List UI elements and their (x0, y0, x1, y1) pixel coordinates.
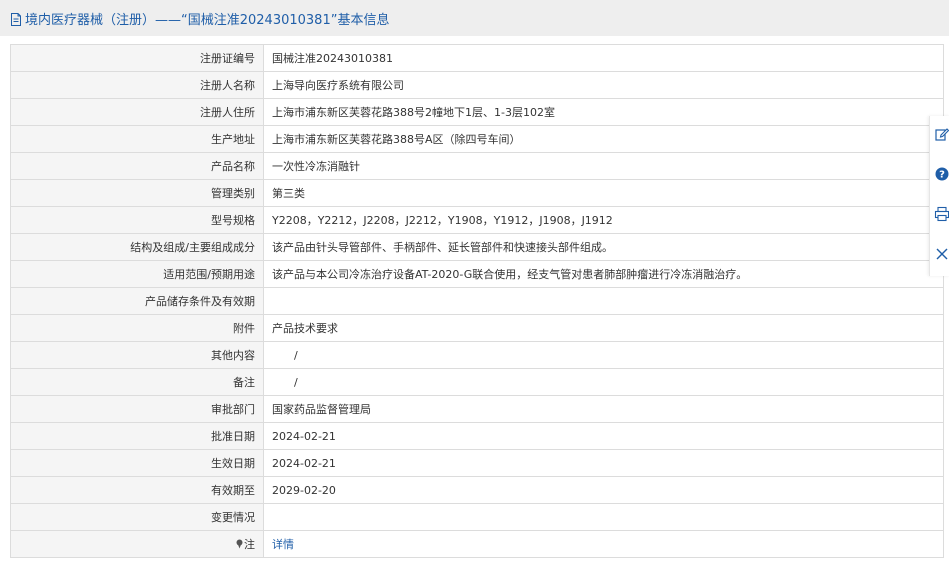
row-value (263, 287, 944, 315)
row-value: 上海导向医疗系统有限公司 (263, 71, 944, 99)
row-value: 一次性冷冻消融针 (263, 152, 944, 180)
table-row: 管理类别 第三类 (10, 179, 944, 207)
row-value: 2024-02-21 (263, 422, 944, 450)
row-label: 产品名称 (10, 152, 264, 180)
row-value: 产品技术要求 (263, 314, 944, 342)
svg-text:?: ? (939, 170, 945, 181)
row-value: 国械注准20243010381 (263, 44, 944, 72)
row-label: 审批部门 (10, 395, 264, 423)
table-row: 其他内容 / (10, 341, 944, 369)
row-label: 变更情况 (10, 503, 264, 531)
row-value: 上海市浦东新区芙蓉花路388号A区（除四号车间） (263, 125, 944, 153)
row-label: 产品储存条件及有效期 (10, 287, 264, 315)
pin-icon (236, 539, 243, 549)
row-value: 该产品与本公司冷冻治疗设备AT-2020-G联合使用，经支气管对患者肺部肿瘤进行… (263, 260, 944, 288)
table-row: 型号规格 Y2208，Y2212，J2208，J2212，Y1908，Y1912… (10, 206, 944, 234)
row-label: 注册人名称 (10, 71, 264, 99)
row-value: Y2208，Y2212，J2208，J2212，Y1908，Y1912，J190… (263, 206, 944, 234)
table-row: 结构及组成/主要组成成分 该产品由针头导管部件、手柄部件、延长管部件和快速接头部… (10, 233, 944, 261)
row-label: 生效日期 (10, 449, 264, 477)
table-row: 生效日期 2024-02-21 (10, 449, 944, 477)
row-value: 该产品由针头导管部件、手柄部件、延长管部件和快速接头部件组成。 (263, 233, 944, 261)
table-row: 审批部门 国家药品监督管理局 (10, 395, 944, 423)
row-label: 注册证编号 (10, 44, 264, 72)
info-table: 注册证编号 国械注准20243010381 注册人名称 上海导向医疗系统有限公司… (10, 44, 944, 558)
row-label: 其他内容 (10, 341, 264, 369)
help-icon[interactable]: ? (934, 166, 949, 182)
row-label: 批准日期 (10, 422, 264, 450)
row-value (263, 503, 944, 531)
table-row: 批准日期 2024-02-21 (10, 422, 944, 450)
row-value: / (263, 341, 944, 369)
detail-link[interactable]: 详情 (272, 538, 294, 551)
side-toolbar: ? (929, 116, 949, 276)
table-row: 注册证编号 国械注准20243010381 (10, 44, 944, 72)
note-row: 注 详情 (10, 530, 944, 558)
table-row: 备注 / (10, 368, 944, 396)
table-row: 注册人名称 上海导向医疗系统有限公司 (10, 71, 944, 99)
row-value: / (263, 368, 944, 396)
page-header: 境内医疗器械（注册）——“国械注准20243010381”基本信息 (0, 0, 949, 36)
row-label: 有效期至 (10, 476, 264, 504)
note-value-cell: 详情 (263, 530, 944, 558)
row-label: 附件 (10, 314, 264, 342)
print-icon[interactable] (934, 206, 949, 222)
table-row: 产品名称 一次性冷冻消融针 (10, 152, 944, 180)
table-row: 注册人住所 上海市浦东新区芙蓉花路388号2幢地下1层、1-3层102室 (10, 98, 944, 126)
table-row: 适用范围/预期用途 该产品与本公司冷冻治疗设备AT-2020-G联合使用，经支气… (10, 260, 944, 288)
table-row: 变更情况 (10, 503, 944, 531)
close-icon[interactable] (934, 246, 949, 262)
row-value: 2024-02-21 (263, 449, 944, 477)
table-row: 生产地址 上海市浦东新区芙蓉花路388号A区（除四号车间） (10, 125, 944, 153)
row-label: 备注 (10, 368, 264, 396)
row-label: 适用范围/预期用途 (10, 260, 264, 288)
row-label: 管理类别 (10, 179, 264, 207)
row-value: 2029-02-20 (263, 476, 944, 504)
note-label: 注 (244, 538, 255, 551)
table-row: 附件 产品技术要求 (10, 314, 944, 342)
row-value: 国家药品监督管理局 (263, 395, 944, 423)
note-label-cell: 注 (10, 530, 264, 558)
row-value: 第三类 (263, 179, 944, 207)
page-title: 境内医疗器械（注册）——“国械注准20243010381”基本信息 (25, 12, 390, 28)
row-label: 结构及组成/主要组成成分 (10, 233, 264, 261)
document-icon (11, 12, 21, 26)
row-label: 注册人住所 (10, 98, 264, 126)
table-row: 产品储存条件及有效期 (10, 287, 944, 315)
row-label: 型号规格 (10, 206, 264, 234)
row-value: 上海市浦东新区芙蓉花路388号2幢地下1层、1-3层102室 (263, 98, 944, 126)
table-row: 有效期至 2029-02-20 (10, 476, 944, 504)
row-label: 生产地址 (10, 125, 264, 153)
edit-icon[interactable] (934, 126, 949, 142)
